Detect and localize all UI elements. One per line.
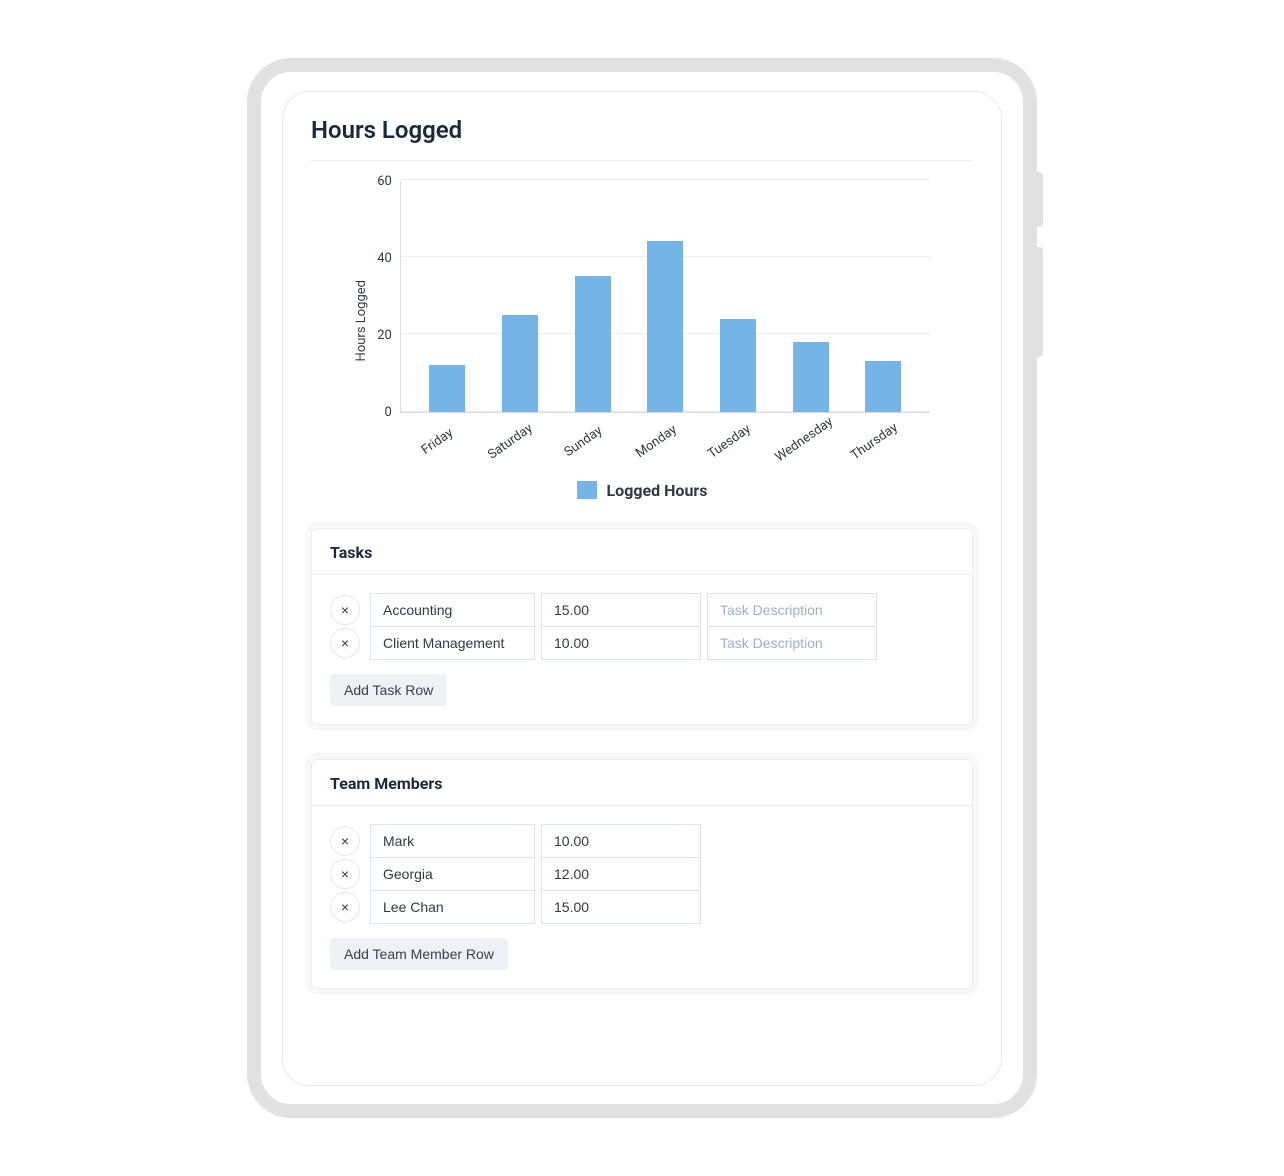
chart-bar bbox=[793, 342, 829, 412]
close-icon: × bbox=[341, 833, 349, 849]
task-name-cell[interactable] bbox=[370, 593, 535, 627]
task-hours-cell[interactable] bbox=[541, 593, 701, 627]
team-hours-input[interactable] bbox=[554, 833, 688, 849]
chart-x-tick: Tuesday bbox=[700, 418, 773, 487]
task-hours-input[interactable] bbox=[554, 602, 688, 618]
task-desc-input[interactable] bbox=[720, 602, 864, 618]
team-name-input[interactable] bbox=[383, 833, 522, 849]
chart-area: 6040200 bbox=[377, 181, 930, 413]
tasks-body: × × Add Task Row bbox=[312, 575, 972, 724]
chart-y-ticks: 6040200 bbox=[377, 181, 400, 413]
close-icon: × bbox=[341, 866, 349, 882]
team-hours-cell[interactable] bbox=[541, 824, 701, 858]
chart-x-tick: Sunday bbox=[554, 418, 627, 487]
team-row: × bbox=[330, 858, 954, 891]
chart-bar bbox=[647, 241, 683, 411]
chart-bar bbox=[502, 315, 538, 412]
chart-plot bbox=[400, 181, 930, 413]
chart-bar bbox=[429, 365, 465, 411]
team-name-cell[interactable] bbox=[370, 890, 535, 924]
close-icon: × bbox=[341, 899, 349, 915]
task-hours-input[interactable] bbox=[554, 635, 688, 651]
task-row: × bbox=[330, 627, 954, 660]
tablet-volume-button bbox=[1037, 247, 1043, 357]
remove-task-button[interactable]: × bbox=[330, 595, 360, 625]
task-row: × bbox=[330, 593, 954, 627]
chart-bar-column bbox=[781, 342, 841, 412]
team-name-cell[interactable] bbox=[370, 824, 535, 858]
task-name-cell[interactable] bbox=[370, 626, 535, 660]
add-task-row-button[interactable]: Add Task Row bbox=[330, 674, 447, 706]
chart-bar bbox=[720, 319, 756, 412]
task-desc-cell[interactable] bbox=[707, 626, 877, 660]
chart-bar-column bbox=[708, 319, 768, 412]
remove-team-button[interactable]: × bbox=[330, 826, 360, 856]
task-hours-cell[interactable] bbox=[541, 626, 701, 660]
team-header: Team Members bbox=[312, 760, 972, 806]
chart-bar-column bbox=[417, 365, 477, 411]
task-name-input[interactable] bbox=[383, 635, 522, 651]
team-row: × bbox=[330, 891, 954, 924]
page-title: Hours Logged bbox=[311, 116, 973, 161]
task-desc-input[interactable] bbox=[720, 635, 864, 651]
chart-bars bbox=[401, 181, 930, 412]
tablet-power-button bbox=[1037, 172, 1043, 227]
chart-x-tick: Wednesday bbox=[773, 418, 846, 487]
chart-gridline bbox=[401, 179, 930, 180]
team-panel: Team Members × × × Add Team Member bbox=[311, 759, 973, 989]
team-hours-input[interactable] bbox=[554, 899, 688, 915]
team-name-input[interactable] bbox=[383, 866, 522, 882]
task-name-input[interactable] bbox=[383, 602, 522, 618]
close-icon: × bbox=[341, 635, 349, 651]
chart-bar-column bbox=[853, 361, 913, 411]
team-hours-cell[interactable] bbox=[541, 890, 701, 924]
team-hours-input[interactable] bbox=[554, 866, 688, 882]
chart-bar-column bbox=[490, 315, 550, 412]
tablet-frame: Hours Logged Hours Logged 6040200 Friday… bbox=[247, 58, 1037, 1118]
chart-bar-column bbox=[635, 241, 695, 411]
team-name-cell[interactable] bbox=[370, 857, 535, 891]
chart-bar-column bbox=[563, 276, 623, 411]
team-row: × bbox=[330, 824, 954, 858]
team-hours-cell[interactable] bbox=[541, 857, 701, 891]
close-icon: × bbox=[341, 602, 349, 618]
hours-logged-chart: Hours Logged 6040200 FridaySaturdaySunda… bbox=[311, 181, 973, 461]
chart-x-tick: Thursday bbox=[846, 418, 919, 487]
screen: Hours Logged Hours Logged 6040200 Friday… bbox=[282, 91, 1002, 1086]
chart-x-tick: Monday bbox=[627, 418, 700, 487]
chart-x-tick: Saturday bbox=[482, 418, 555, 487]
chart-x-tick: Friday bbox=[409, 418, 482, 487]
chart-bar bbox=[575, 276, 611, 411]
chart-x-ticks: FridaySaturdaySundayMondayTuesdayWednesd… bbox=[400, 419, 930, 461]
chart-y-axis-label: Hours Logged bbox=[354, 280, 369, 361]
remove-team-button[interactable]: × bbox=[330, 892, 360, 922]
remove-team-button[interactable]: × bbox=[330, 859, 360, 889]
task-desc-cell[interactable] bbox=[707, 593, 877, 627]
chart-bar bbox=[865, 361, 901, 411]
add-team-row-button[interactable]: Add Team Member Row bbox=[330, 938, 508, 970]
remove-task-button[interactable]: × bbox=[330, 628, 360, 658]
tasks-panel: Tasks × × Add Task Row bbox=[311, 528, 973, 725]
team-name-input[interactable] bbox=[383, 899, 522, 915]
tasks-header: Tasks bbox=[312, 529, 972, 575]
team-body: × × × Add Team Member Row bbox=[312, 806, 972, 988]
